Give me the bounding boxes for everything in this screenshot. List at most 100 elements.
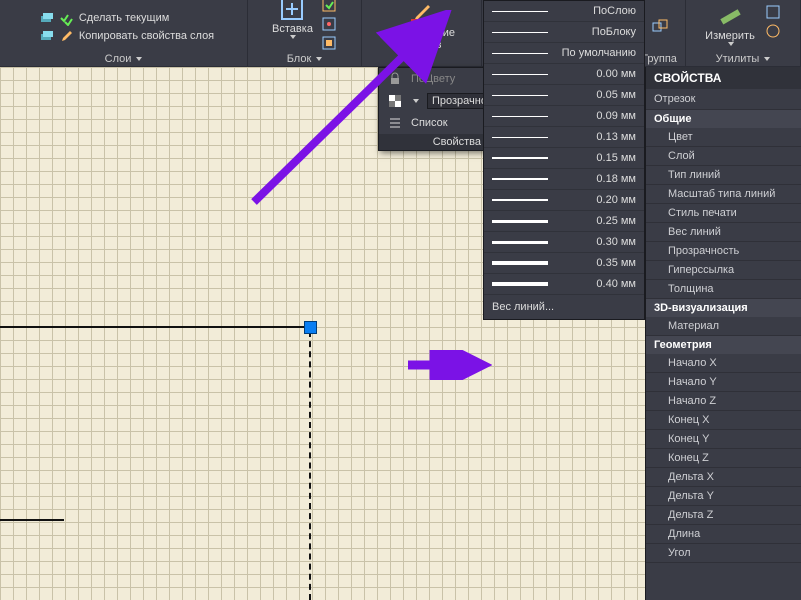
ribbon-panel-utils: Измерить Утилиты (686, 0, 801, 66)
copy-layer-props-label: Копировать свойства слоя (79, 30, 214, 42)
lw-val-label: 0.15 мм (596, 152, 636, 164)
lw-2[interactable]: 0.09 мм (484, 106, 644, 127)
copy-layer-props-button[interactable]: Копировать свойства слоя (39, 28, 214, 44)
group-tool-icon[interactable] (652, 19, 668, 35)
lw-byblock-label: ПоБлоку (592, 26, 636, 38)
ribbon-panel-layers: Сделать текущим Копировать свойства слоя… (0, 0, 248, 66)
geom-field[interactable]: Конец Y (646, 430, 801, 449)
general-field[interactable]: Прозрачность (646, 242, 801, 261)
lw-7[interactable]: 0.25 мм (484, 211, 644, 232)
list-label: Список (411, 117, 448, 129)
list-icon (387, 115, 403, 131)
lw-1[interactable]: 0.05 мм (484, 85, 644, 106)
ribbon-panel-block: Вставка Блок (248, 0, 362, 66)
ribbon: Сделать текущим Копировать свойства слоя… (0, 0, 801, 66)
lw-default[interactable]: По умолчанию (484, 43, 644, 64)
general-field[interactable]: Стиль печати (646, 204, 801, 223)
lw-more[interactable]: Вес линий... (484, 295, 644, 319)
lw-4[interactable]: 0.15 мм (484, 148, 644, 169)
drawn-polyline-bottom[interactable] (0, 519, 64, 521)
bycolor-label: ПоЦвету (411, 73, 455, 85)
geom-field[interactable]: Дельта Y (646, 487, 801, 506)
selection-grip[interactable] (304, 321, 317, 334)
ribbon-panel-block-label[interactable]: Блок (287, 53, 323, 65)
bycolor-item[interactable]: ПоЦвету (379, 68, 483, 90)
props-panel-footer-label: Свойства (433, 136, 481, 148)
lw-byblock[interactable]: ПоБлоку (484, 22, 644, 43)
measure-icon (716, 2, 744, 30)
block-tool-1-icon[interactable] (321, 0, 337, 13)
lw-val-label: 0.00 мм (596, 68, 636, 80)
ribbon-panel-properties: Копирование свойств . (362, 0, 482, 66)
properties-title: СВОЙСТВА (646, 67, 801, 89)
section-viz[interactable]: 3D-визуализация (646, 299, 801, 317)
section-general[interactable]: Общие (646, 110, 801, 128)
block-tool-3-icon[interactable] (321, 35, 337, 51)
drawn-polyline[interactable] (0, 326, 312, 523)
lw-6[interactable]: 0.20 мм (484, 190, 644, 211)
layer-current-icon (39, 10, 55, 26)
geom-field[interactable]: Начало X (646, 354, 801, 373)
chevron-down-icon (290, 35, 296, 39)
ribbon-panel-utils-label[interactable]: Утилиты (716, 53, 771, 65)
make-current-button[interactable]: Сделать текущим (39, 10, 169, 26)
chevron-down-icon (413, 99, 419, 103)
general-field[interactable]: Вес линий (646, 223, 801, 242)
transparency-item[interactable]: Прозрачность (379, 90, 483, 112)
match-props-icon (408, 0, 436, 27)
block-tool-2-icon[interactable] (321, 16, 337, 32)
lw-0[interactable]: 0.00 мм (484, 64, 644, 85)
lw-bylayer[interactable]: ПоСлою (484, 1, 644, 22)
geom-field[interactable]: Дельта X (646, 468, 801, 487)
make-current-label: Сделать текущим (79, 12, 169, 24)
match-properties-button[interactable]: Копирование свойств (368, 0, 475, 51)
lw-8[interactable]: 0.30 мм (484, 232, 644, 253)
general-field[interactable]: Тип линий (646, 166, 801, 185)
lw-val-label: 0.35 мм (596, 257, 636, 269)
geom-field[interactable]: Начало Y (646, 373, 801, 392)
geom-field[interactable]: Дельта Z (646, 506, 801, 525)
drawn-dashed-line[interactable] (309, 331, 311, 600)
util-tool-2-icon[interactable] (765, 23, 781, 39)
lw-val-label: 0.09 мм (596, 110, 636, 122)
layer-copy-icon (39, 28, 55, 44)
chevron-down-icon (728, 42, 734, 46)
section-geom[interactable]: Геометрия (646, 336, 801, 354)
general-field[interactable]: Гиперссылка (646, 261, 801, 280)
lw-10[interactable]: 0.40 мм (484, 274, 644, 295)
lw-more-label: Вес линий... (492, 301, 554, 313)
transparency-icon (387, 93, 403, 109)
insert-label: Вставка (272, 23, 313, 35)
ribbon-panel-layers-label[interactable]: Слои (105, 53, 143, 65)
util-tool-1-icon[interactable] (765, 4, 781, 20)
lw-9[interactable]: 0.35 мм (484, 253, 644, 274)
measure-label: Измерить (705, 30, 755, 42)
lw-val-label: 0.40 мм (596, 278, 636, 290)
lw-5[interactable]: 0.18 мм (484, 169, 644, 190)
general-field[interactable]: Слой (646, 147, 801, 166)
lw-val-label: 0.30 мм (596, 236, 636, 248)
general-field[interactable]: Толщина (646, 280, 801, 299)
insert-block-button[interactable]: Вставка (272, 0, 313, 39)
general-field[interactable]: Масштаб типа линий (646, 185, 801, 204)
viz-field[interactable]: Материал (646, 317, 801, 336)
lw-val-label: 0.18 мм (596, 173, 636, 185)
general-field[interactable]: Цвет (646, 128, 801, 147)
measure-button[interactable]: Измерить (705, 2, 755, 51)
list-item[interactable]: Список (379, 112, 483, 134)
lw-3[interactable]: 0.13 мм (484, 127, 644, 148)
checks-icon (59, 10, 75, 26)
properties-object-type[interactable]: Отрезок (646, 89, 801, 110)
chevron-down-icon (136, 57, 142, 61)
geom-field[interactable]: Начало Z (646, 392, 801, 411)
geom-field[interactable]: Конец Z (646, 449, 801, 468)
geom-field[interactable]: Конец X (646, 411, 801, 430)
chevron-down-icon (316, 57, 322, 61)
geom-field[interactable]: Угол (646, 544, 801, 563)
chevron-down-icon (764, 57, 770, 61)
lw-val-label: 0.05 мм (596, 89, 636, 101)
props-panel-footer[interactable]: Свойства (379, 134, 483, 150)
properties-palette: СВОЙСТВА Отрезок Общие ЦветСлойТип линий… (645, 67, 801, 600)
ribbon-panel-groups-label[interactable]: Группа (642, 53, 677, 65)
geom-field[interactable]: Длина (646, 525, 801, 544)
